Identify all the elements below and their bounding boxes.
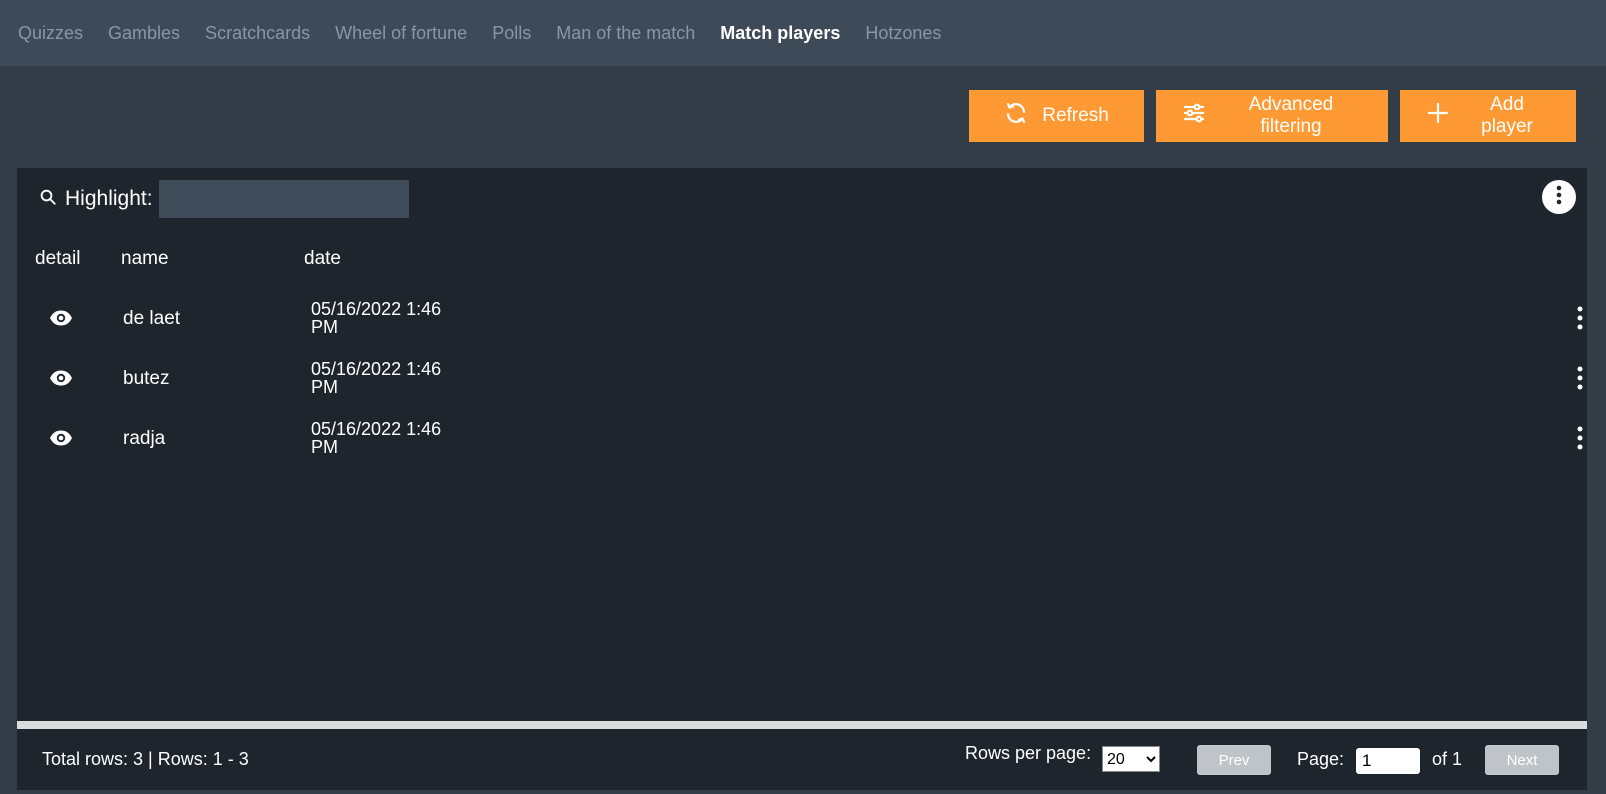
player-date: 05/16/2022 1:46 PM bbox=[311, 299, 442, 337]
next-page-button[interactable]: Next bbox=[1485, 745, 1559, 775]
column-header-name[interactable]: name bbox=[121, 248, 169, 270]
table-row: de laet 05/16/2022 1:46 PM bbox=[17, 290, 1587, 350]
column-header-detail[interactable]: detail bbox=[35, 248, 80, 270]
search-icon bbox=[39, 188, 57, 211]
player-name: butez bbox=[123, 368, 170, 389]
top-nav: Quizzes Gambles Scratchcards Wheel of fo… bbox=[0, 0, 1606, 66]
tab-match-players[interactable]: Match players bbox=[720, 23, 840, 44]
tab-gambles[interactable]: Gambles bbox=[108, 23, 180, 44]
advanced-filtering-button[interactable]: Advanced filtering bbox=[1156, 90, 1388, 142]
table-row: radja 05/16/2022 1:46 PM bbox=[17, 410, 1587, 470]
advanced-filtering-button-label: Advanced filtering bbox=[1248, 94, 1334, 137]
tab-wheel-of-fortune[interactable]: Wheel of fortune bbox=[335, 23, 467, 44]
more-vertical-icon bbox=[1556, 185, 1562, 210]
refresh-icon bbox=[1004, 101, 1028, 131]
player-date: 05/16/2022 1:46 PM bbox=[311, 359, 442, 397]
add-player-button[interactable]: Add player bbox=[1400, 90, 1576, 142]
player-date: 05/16/2022 1:46 PM bbox=[311, 419, 442, 457]
rows-per-page-label: Rows per page: bbox=[965, 743, 1092, 763]
table-options-button[interactable] bbox=[1542, 180, 1576, 214]
page-number-input[interactable] bbox=[1356, 748, 1420, 774]
players-table-panel: Highlight: detail name date de laet 05/1… bbox=[17, 168, 1587, 790]
row-menu-icon[interactable] bbox=[1577, 426, 1583, 455]
highlight-label: Highlight: bbox=[65, 187, 153, 210]
plus-icon bbox=[1426, 101, 1450, 131]
player-name: radja bbox=[123, 428, 166, 449]
total-rows-text: Total rows: 3 | Rows: 1 - 3 bbox=[42, 749, 249, 769]
column-header-date[interactable]: date bbox=[304, 248, 341, 270]
horizontal-scrollbar[interactable] bbox=[17, 721, 1587, 729]
page-label: Page: bbox=[1297, 749, 1345, 769]
row-menu-icon[interactable] bbox=[1577, 366, 1583, 395]
tab-quizzes[interactable]: Quizzes bbox=[18, 23, 83, 44]
toolbar: Refresh Advanced filtering Add player bbox=[969, 90, 1576, 142]
add-player-button-label: Add player bbox=[1481, 94, 1533, 137]
tab-scratchcards[interactable]: Scratchcards bbox=[205, 23, 310, 44]
pagination-footer: Total rows: 3 | Rows: 1 - 3 Rows per pag… bbox=[17, 729, 1587, 790]
refresh-button[interactable]: Refresh bbox=[969, 90, 1144, 142]
prev-page-button[interactable]: Prev bbox=[1197, 745, 1271, 775]
tab-hotzones[interactable]: Hotzones bbox=[865, 23, 941, 44]
player-name: de laet bbox=[123, 308, 181, 329]
view-detail-icon[interactable] bbox=[49, 306, 73, 335]
highlight-search: Highlight: bbox=[39, 180, 409, 218]
highlight-input[interactable] bbox=[158, 180, 409, 218]
table-row: butez 05/16/2022 1:46 PM bbox=[17, 350, 1587, 410]
tab-man-of-the-match[interactable]: Man of the match bbox=[556, 23, 695, 44]
view-detail-icon[interactable] bbox=[49, 366, 73, 395]
rows-per-page-select[interactable]: 20 bbox=[1102, 746, 1160, 772]
view-detail-icon[interactable] bbox=[49, 426, 73, 455]
refresh-button-label: Refresh bbox=[1042, 105, 1109, 126]
page-count-label: of 1 bbox=[1432, 749, 1463, 769]
row-menu-icon[interactable] bbox=[1577, 306, 1583, 335]
tab-polls[interactable]: Polls bbox=[492, 23, 531, 44]
sliders-icon bbox=[1182, 101, 1206, 131]
